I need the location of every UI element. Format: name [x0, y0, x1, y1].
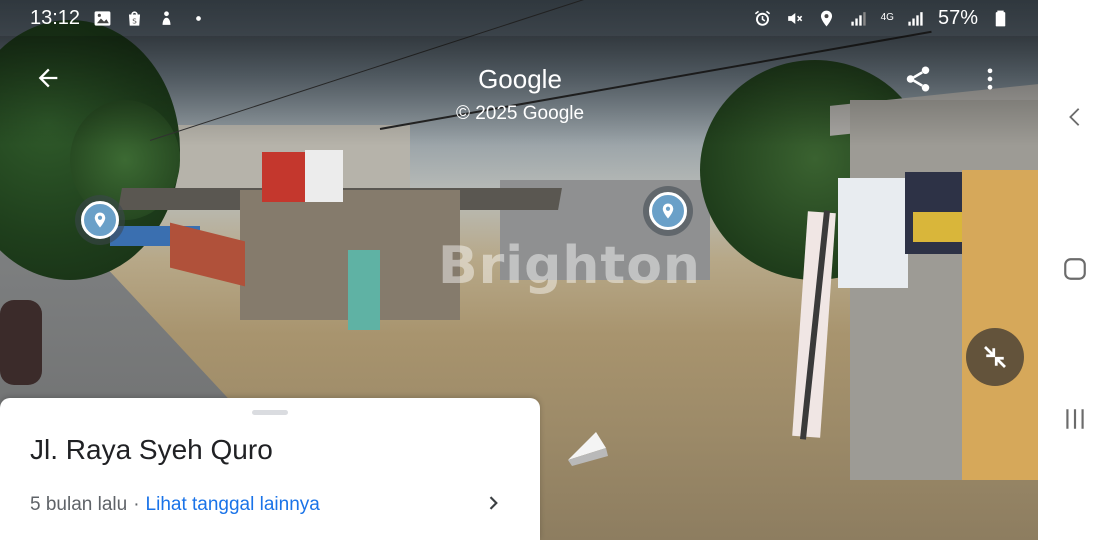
shop-door	[348, 250, 380, 330]
navigation-arrow-icon	[568, 432, 608, 466]
signal-icon	[849, 8, 869, 28]
share-button[interactable]	[898, 60, 938, 98]
back-arrow-icon	[38, 68, 58, 88]
place-marker-icon	[649, 192, 687, 230]
system-navigation-bar	[1038, 0, 1110, 540]
system-home-button[interactable]	[1060, 254, 1090, 284]
mute-icon	[785, 8, 805, 28]
nav-back-icon	[1069, 108, 1080, 126]
wooden-door	[962, 170, 1038, 480]
expand-card-button[interactable]	[482, 492, 504, 514]
network-type-label: 4G	[880, 12, 894, 23]
nav-home-icon	[1064, 258, 1086, 280]
place-marker[interactable]	[75, 195, 125, 245]
location-icon	[817, 8, 837, 28]
signal-icon	[906, 8, 926, 28]
svg-text:S: S	[132, 16, 137, 25]
alarm-icon	[753, 8, 773, 28]
shop-sign	[305, 150, 343, 202]
chevron-right-icon	[489, 496, 498, 510]
place-marker-icon	[81, 201, 119, 239]
street-navigation-arrow[interactable]	[566, 428, 614, 468]
gallery-icon	[92, 8, 112, 28]
place-marker[interactable]	[643, 186, 693, 236]
watermark: Brighton	[438, 236, 701, 296]
status-time: 13:12	[30, 6, 81, 29]
kiosk-awning	[170, 222, 245, 287]
status-right: 4G 57%	[753, 7, 1010, 30]
back-button[interactable]	[30, 60, 66, 96]
separator: ·	[133, 494, 140, 515]
system-recents-button[interactable]	[1060, 404, 1090, 434]
dot-icon	[188, 8, 208, 28]
nav-recents-icon	[1066, 409, 1084, 429]
status-left: 13:12 S	[30, 7, 208, 30]
capture-date-row: 5 bulan lalu · Lihat tanggal lainnya	[30, 494, 320, 516]
battery-percent: 57%	[937, 6, 978, 29]
more-vert-icon	[987, 68, 993, 90]
status-bar: 13:12 S 4G 57%	[0, 0, 1038, 36]
copyright-notice: © 2025 Google	[455, 103, 585, 124]
viewer-brand: Google	[478, 64, 562, 94]
place-info-card[interactable]: Jl. Raya Syeh Quro 5 bulan lalu · Lihat …	[0, 398, 540, 540]
battery-icon	[990, 8, 1010, 28]
figure-icon	[156, 8, 176, 28]
shop-sign	[262, 152, 310, 202]
share-icon	[906, 66, 930, 92]
motorbike	[0, 300, 42, 385]
exit-fullscreen-button[interactable]	[966, 328, 1024, 386]
exit-fullscreen-icon	[984, 346, 1006, 368]
place-title: Jl. Raya Syeh Quro	[30, 434, 273, 465]
more-dates-link[interactable]: Lihat tanggal lainnya	[146, 494, 320, 516]
capture-age: 5 bulan lalu	[30, 494, 128, 515]
system-back-button[interactable]	[1060, 102, 1090, 132]
shopping-bag-icon: S	[124, 8, 144, 28]
more-options-button[interactable]	[972, 60, 1008, 98]
poster	[838, 178, 908, 288]
drag-handle[interactable]	[252, 410, 288, 415]
